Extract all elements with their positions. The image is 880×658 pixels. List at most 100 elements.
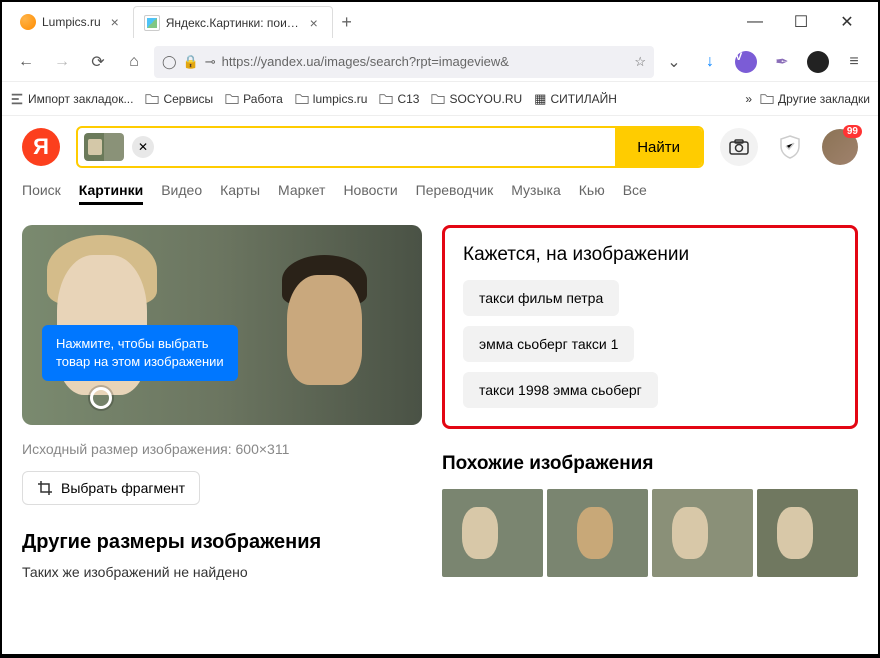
nav-search[interactable]: Поиск (22, 182, 61, 205)
nav-market[interactable]: Маркет (278, 182, 325, 205)
uploaded-image-preview[interactable]: Нажмите, чтобы выбрать товар на этом изо… (22, 225, 422, 425)
tooltip-line: Нажмите, чтобы выбрать (56, 335, 224, 353)
crop-fragment-button[interactable]: Выбрать фрагмент (22, 471, 200, 505)
tab-lumpics[interactable]: Lumpics.ru × (10, 6, 133, 38)
shield-icon: ◯ (162, 54, 177, 70)
import-bookmarks[interactable]: Импорт закладок... (10, 92, 133, 106)
similar-image-result[interactable] (547, 489, 648, 577)
similar-image-result[interactable] (757, 489, 858, 577)
nav-images[interactable]: Картинки (79, 182, 143, 205)
other-sizes-title: Другие размеры изображения (22, 531, 422, 554)
yandex-images-favicon (144, 15, 160, 31)
yandex-logo[interactable]: Я (22, 128, 60, 166)
extension-v-icon[interactable]: V (730, 46, 762, 78)
import-label: Импорт закладок... (28, 92, 133, 106)
bookmark-folder[interactable]: Сервисы (145, 92, 213, 106)
similar-image-result[interactable] (652, 489, 753, 577)
suggestion-chip[interactable]: такси фильм петра (463, 280, 619, 316)
import-icon (10, 92, 24, 106)
new-tab-button[interactable]: + (333, 8, 361, 36)
other-sizes-empty: Таких же изображений не найдено (22, 564, 422, 580)
notification-badge: 99 (843, 125, 862, 138)
feather-icon[interactable]: ✒ (766, 46, 798, 78)
star-icon[interactable]: ☆ (634, 54, 646, 70)
suggestion-chip[interactable]: такси 1998 эмма сьоберг (463, 372, 658, 408)
nav-music[interactable]: Музыка (511, 182, 561, 205)
nav-news[interactable]: Новости (343, 182, 397, 205)
folder-icon (225, 92, 239, 106)
tab-title: Lumpics.ru (42, 15, 101, 29)
suggestion-chip[interactable]: эмма сьоберг такси 1 (463, 326, 634, 362)
bookmarks-bar: Импорт закладок... Сервисы Работа lumpic… (2, 82, 878, 116)
home-button[interactable]: ⌂ (118, 46, 150, 78)
browser-tabs-bar: Lumpics.ru × Яндекс.Картинки: поиск по и… (2, 2, 878, 42)
crop-label: Выбрать фрагмент (61, 480, 185, 496)
reload-button[interactable]: ⟳ (82, 46, 114, 78)
suggestions-panel: Кажется, на изображении такси фильм петр… (442, 225, 858, 429)
close-window-button[interactable]: ✕ (824, 6, 870, 38)
suggestions-title: Кажется, на изображении (463, 244, 837, 266)
extension-dark-icon[interactable] (802, 46, 834, 78)
bm-label: Работа (243, 92, 283, 106)
maximize-button[interactable]: ☐ (778, 6, 824, 38)
menu-icon[interactable]: ≡ (838, 46, 870, 78)
nav-all[interactable]: Все (623, 182, 647, 205)
bookmark-folder[interactable]: Работа (225, 92, 283, 106)
permissions-icon: ⊸ (205, 54, 216, 70)
camera-icon (729, 139, 749, 155)
minimize-button[interactable]: — (732, 6, 778, 38)
bm-label: lumpics.ru (313, 92, 368, 106)
tab-yandex-images[interactable]: Яндекс.Картинки: поиск по из × (133, 6, 333, 38)
camera-search-button[interactable] (720, 128, 758, 166)
url-text: https://yandex.ua/images/search?rpt=imag… (222, 54, 629, 69)
bm-label: СИТИЛАЙН (550, 92, 616, 106)
product-hotspot[interactable] (90, 387, 112, 409)
image-content (287, 275, 362, 385)
folder-icon (760, 92, 774, 106)
bookmark-folder[interactable]: SOCYOU.RU (431, 92, 522, 106)
bookmark-item[interactable]: ▦ СИТИЛАЙН (534, 91, 617, 107)
bookmark-folder[interactable]: C13 (379, 92, 419, 106)
back-button[interactable]: ← (10, 46, 42, 78)
nav-maps[interactable]: Карты (220, 182, 260, 205)
address-bar[interactable]: ◯ 🔒 ⊸ https://yandex.ua/images/search?rp… (154, 46, 654, 78)
image-dimensions-text: Исходный размер изображения: 600×311 (22, 441, 422, 457)
bm-label: SOCYOU.RU (449, 92, 522, 106)
similar-images-section: Похожие изображения (442, 453, 858, 577)
user-avatar[interactable]: 99 (822, 129, 858, 165)
search-image-thumb (84, 133, 124, 161)
nav-translate[interactable]: Переводчик (416, 182, 494, 205)
search-button[interactable]: Найти (615, 128, 702, 166)
clear-image-button[interactable]: ✕ (132, 136, 154, 158)
product-tooltip: Нажмите, чтобы выбрать товар на этом изо… (42, 325, 238, 381)
bm-label: C13 (397, 92, 419, 106)
nav-video[interactable]: Видео (161, 182, 202, 205)
page-content: Я ✕ Найти 99 Поиск Картинки Видео Карты … (2, 116, 878, 654)
forward-button[interactable]: → (46, 46, 78, 78)
lumpics-favicon (20, 14, 36, 30)
shield-icon[interactable] (774, 131, 806, 163)
download-icon[interactable]: ↓ (694, 46, 726, 78)
pocket-icon[interactable]: ⌄ (658, 46, 690, 78)
nav-q[interactable]: Кью (579, 182, 605, 205)
tab-title: Яндекс.Картинки: поиск по из (166, 16, 300, 30)
overflow-icon[interactable]: » (745, 92, 752, 106)
folder-icon (379, 92, 393, 106)
bm-label: Другие закладки (778, 92, 870, 106)
similar-title: Похожие изображения (442, 453, 858, 475)
other-bookmarks[interactable]: Другие закладки (760, 92, 870, 106)
folder-icon (431, 92, 445, 106)
close-icon[interactable]: × (306, 15, 322, 31)
search-box[interactable]: ✕ Найти (76, 126, 704, 168)
site-icon: ▦ (534, 91, 546, 107)
browser-toolbar: ← → ⟳ ⌂ ◯ 🔒 ⊸ https://yandex.ua/images/s… (2, 42, 878, 82)
service-nav: Поиск Картинки Видео Карты Маркет Новост… (22, 182, 858, 205)
crop-icon (37, 480, 53, 496)
bm-label: Сервисы (163, 92, 213, 106)
tooltip-line: товар на этом изображении (56, 353, 224, 371)
close-icon[interactable]: × (107, 14, 123, 30)
lock-icon: 🔒 (183, 54, 199, 70)
bookmark-folder[interactable]: lumpics.ru (295, 92, 368, 106)
folder-icon (295, 92, 309, 106)
similar-image-result[interactable] (442, 489, 543, 577)
